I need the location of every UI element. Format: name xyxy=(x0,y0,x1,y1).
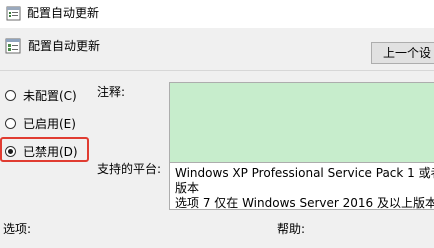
policy-dialog: 配置自动更新 上一个设 未配置(C) 已启用(E) 已禁用(D) 注释: 支持的… xyxy=(0,28,434,248)
options-label: 选项: xyxy=(3,222,32,236)
radio-not-configured[interactable]: 未配置(C) xyxy=(5,85,77,105)
selection-highlight xyxy=(0,137,89,162)
supported-on-line: Windows XP Professional Service Pack 1 或… xyxy=(175,166,434,180)
radio-label: 已启用(E) xyxy=(23,116,76,131)
window-title: 配置自动更新 xyxy=(27,6,100,20)
title-bar: 配置自动更新 xyxy=(0,0,434,28)
supported-on-label: 支持的平台: xyxy=(97,162,162,176)
radio-circle[interactable] xyxy=(5,89,16,101)
supported-on-line: 选项 7 仅在 Windows Server 2016 及以上版本 xyxy=(175,196,434,210)
setting-title: 配置自动更新 xyxy=(28,39,101,53)
comment-label: 注释: xyxy=(97,85,126,99)
radio-circle[interactable] xyxy=(5,117,16,129)
help-label: 帮助: xyxy=(277,222,306,236)
supported-on-field[interactable]: Windows XP Professional Service Pack 1 或… xyxy=(169,162,434,210)
policy-setting-icon xyxy=(5,38,21,54)
header-divider xyxy=(0,70,434,71)
supported-on-line: 版本 xyxy=(175,181,200,195)
previous-setting-button[interactable]: 上一个设 xyxy=(371,42,434,64)
radio-label: 未配置(C) xyxy=(23,88,77,103)
radio-enabled[interactable]: 已启用(E) xyxy=(5,113,76,133)
group-policy-icon xyxy=(6,6,21,21)
